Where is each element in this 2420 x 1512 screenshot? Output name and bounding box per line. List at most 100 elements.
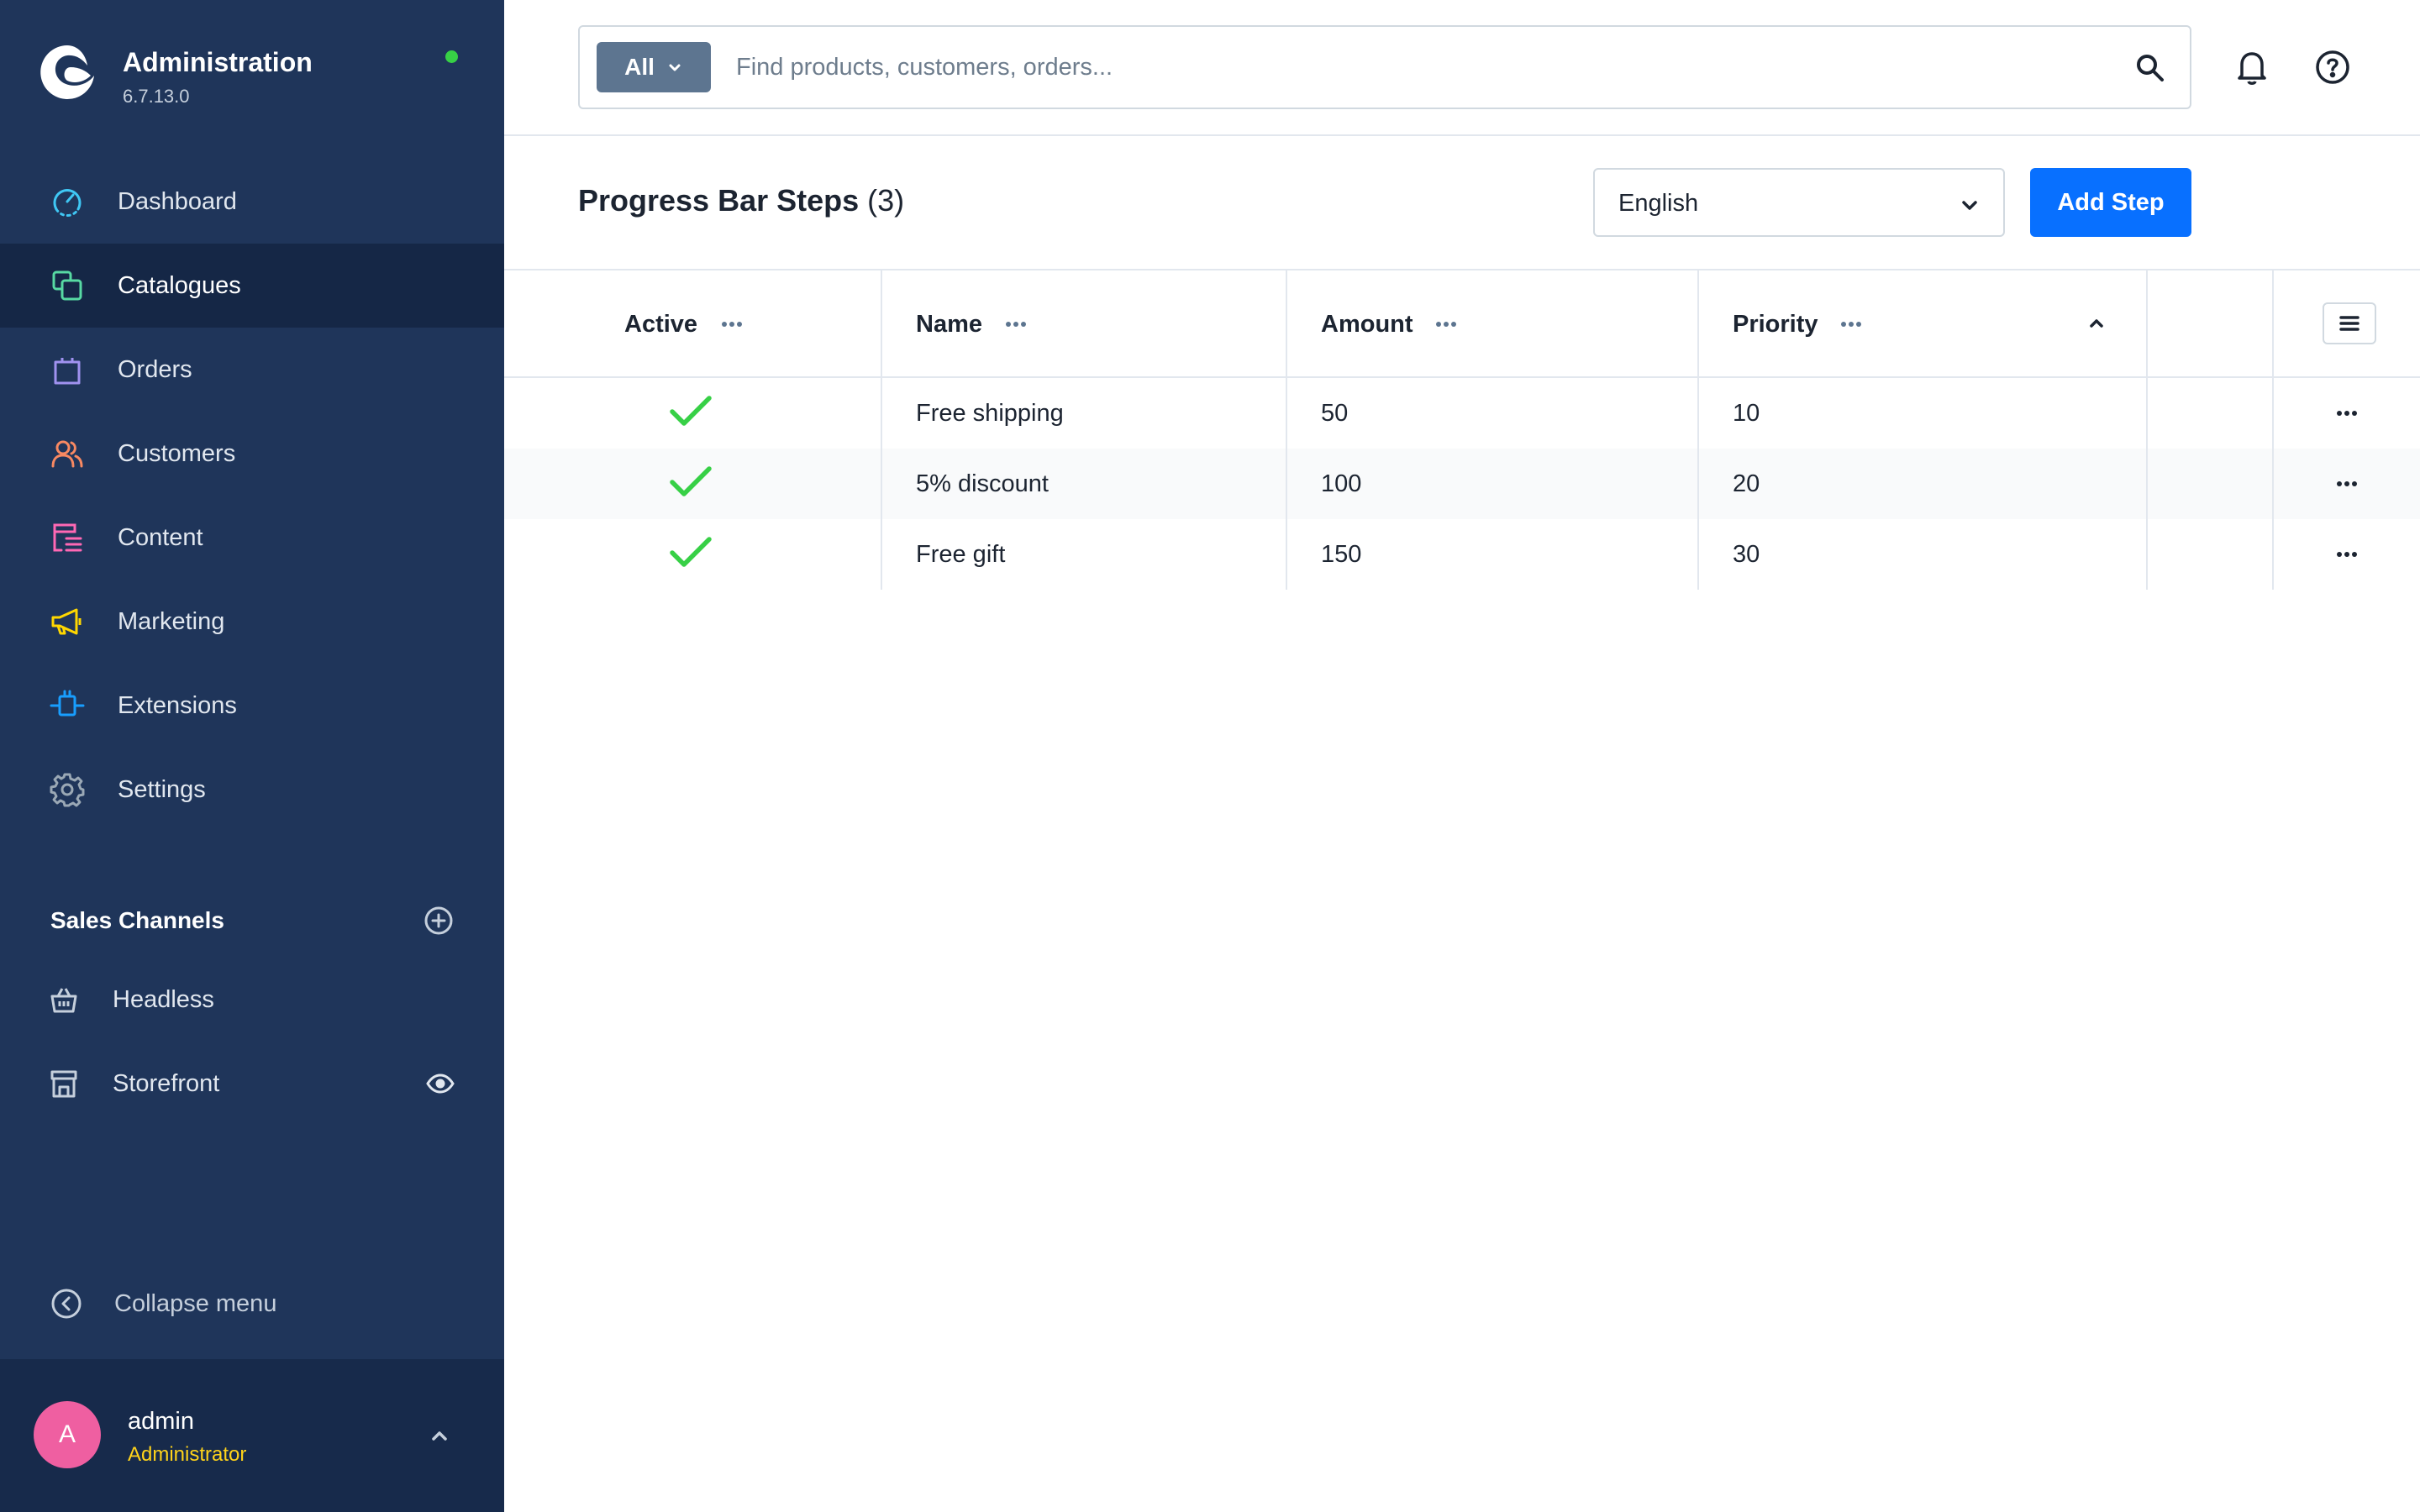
sidebar-item-marketing[interactable]: Marketing — [0, 580, 504, 664]
grid-header: Active Name Amount Priority — [504, 270, 2420, 378]
row-actions-dots-icon[interactable] — [2334, 403, 2360, 423]
dashboard-gauge-icon — [49, 183, 86, 220]
user-name: admin — [128, 1408, 194, 1435]
column-header-name[interactable]: Name — [881, 270, 1286, 376]
sidebar: Administration 6.7.13.0 Dashboard Catalo… — [0, 0, 504, 1512]
cell-priority: 10 — [1733, 400, 1760, 427]
column-label: Name — [916, 311, 982, 338]
chevron-up-icon[interactable] — [427, 1423, 452, 1448]
notifications-bell-icon[interactable] — [2232, 47, 2272, 87]
checkmark-icon — [670, 396, 712, 426]
column-header-active[interactable]: Active — [504, 270, 881, 376]
column-menu-dots-icon[interactable] — [1003, 314, 1028, 334]
sidebar-item-extensions[interactable]: Extensions — [0, 664, 504, 748]
language-select-value: English — [1618, 190, 1699, 217]
column-divider — [1286, 270, 1287, 590]
sidebar-item-customers[interactable]: Customers — [0, 412, 504, 496]
checkmark-icon — [670, 466, 712, 496]
collapse-menu-button[interactable]: Collapse menu — [50, 1284, 276, 1324]
sidebar-item-catalogues[interactable]: Catalogues — [0, 244, 504, 328]
sales-channel-label: Storefront — [113, 1069, 220, 1097]
column-divider — [2272, 270, 2274, 590]
data-grid: Active Name Amount Priority Free shippin… — [504, 270, 2420, 590]
grid-settings-button[interactable] — [2323, 302, 2376, 344]
basket-icon — [50, 988, 77, 1013]
language-select[interactable]: English — [1593, 168, 2005, 237]
page-title-text: Progress Bar Steps — [578, 183, 860, 218]
add-step-button[interactable]: Add Step — [2030, 168, 2191, 237]
page-header: Progress Bar Steps (3) English Add Step — [504, 136, 2420, 270]
column-header-priority[interactable]: Priority — [1697, 270, 2146, 376]
table-row[interactable]: Free gift 150 30 — [504, 519, 2420, 590]
brand-header: Administration 6.7.13.0 — [0, 0, 504, 126]
list-menu-icon — [2339, 316, 2360, 331]
global-search: All — [578, 25, 2191, 109]
column-menu-dots-icon[interactable] — [1434, 314, 1459, 334]
page-title: Progress Bar Steps (3) — [578, 183, 904, 218]
cell-name: Free shipping — [916, 400, 1064, 427]
user-role: Administrator — [128, 1443, 247, 1466]
extensions-plug-icon — [49, 687, 86, 724]
page-title-count: (3) — [867, 183, 905, 218]
cell-name: Free gift — [916, 541, 1006, 568]
column-label: Amount — [1321, 311, 1413, 338]
help-icon[interactable] — [2312, 47, 2353, 87]
sidebar-item-dashboard[interactable]: Dashboard — [0, 160, 504, 244]
marketing-megaphone-icon — [49, 603, 86, 640]
collapse-menu-label: Collapse menu — [114, 1289, 277, 1317]
sort-ascending-icon[interactable] — [2087, 314, 2106, 333]
column-header-amount[interactable]: Amount — [1286, 270, 1697, 376]
content-icon — [49, 519, 86, 556]
column-divider — [2146, 270, 2148, 590]
status-indicator — [445, 50, 458, 63]
table-row[interactable]: 5% discount 100 20 — [504, 449, 2420, 519]
sales-channels-title: Sales Channels — [50, 907, 224, 933]
avatar: A — [34, 1401, 101, 1468]
search-type-dropdown[interactable]: All — [597, 42, 711, 92]
sidebar-item-label: Extensions — [118, 691, 237, 719]
sidebar-item-content[interactable]: Content — [0, 496, 504, 580]
search-type-label: All — [624, 54, 655, 80]
table-row[interactable]: Free shipping 50 10 — [504, 378, 2420, 449]
cell-name: 5% discount — [916, 470, 1049, 497]
search-input[interactable] — [736, 44, 2114, 91]
sales-channels-list: Headless Storefront — [0, 958, 504, 1126]
chevron-left-circle-icon — [51, 1289, 82, 1319]
row-actions-dots-icon[interactable] — [2334, 544, 2360, 564]
column-menu-dots-icon[interactable] — [719, 314, 744, 334]
sidebar-item-orders[interactable]: Orders — [0, 328, 504, 412]
sidebar-item-label: Catalogues — [118, 271, 241, 299]
sidebar-item-label: Content — [118, 523, 203, 551]
column-label: Active — [624, 311, 698, 338]
settings-gear-icon — [49, 771, 86, 808]
column-divider — [881, 270, 882, 590]
sidebar-item-label: Orders — [118, 355, 192, 383]
row-actions-dots-icon[interactable] — [2334, 474, 2360, 494]
top-bar: All — [504, 0, 2420, 136]
cell-amount: 50 — [1321, 400, 1349, 427]
sidebar-item-settings[interactable]: Settings — [0, 748, 504, 832]
app-version: 6.7.13.0 — [123, 86, 190, 107]
cell-amount: 100 — [1321, 470, 1362, 497]
column-divider — [1697, 270, 1699, 590]
orders-bag-icon — [49, 351, 86, 388]
eye-icon[interactable] — [425, 1068, 455, 1099]
sales-channel-headless[interactable]: Headless — [0, 958, 504, 1042]
sidebar-item-label: Customers — [118, 439, 236, 467]
main-navigation: Dashboard Catalogues Orders Customers Co… — [0, 160, 504, 832]
app-title: Administration — [123, 47, 313, 77]
chevron-down-icon — [1962, 201, 1977, 210]
sales-channels-header: Sales Channels — [50, 904, 454, 937]
sales-channel-label: Headless — [113, 985, 214, 1013]
customers-icon — [49, 435, 86, 472]
checkmark-icon — [670, 537, 712, 567]
sidebar-item-label: Marketing — [118, 607, 225, 635]
column-label: Priority — [1733, 311, 1818, 338]
shopware-logo-icon[interactable] — [37, 42, 97, 102]
sales-channel-storefront[interactable]: Storefront — [0, 1042, 504, 1126]
column-menu-dots-icon[interactable] — [1839, 314, 1864, 334]
add-sales-channel-icon[interactable] — [424, 906, 454, 936]
user-menu[interactable]: A admin Administrator — [0, 1359, 504, 1512]
sidebar-item-label: Settings — [118, 775, 206, 803]
search-icon[interactable] — [2134, 52, 2166, 84]
